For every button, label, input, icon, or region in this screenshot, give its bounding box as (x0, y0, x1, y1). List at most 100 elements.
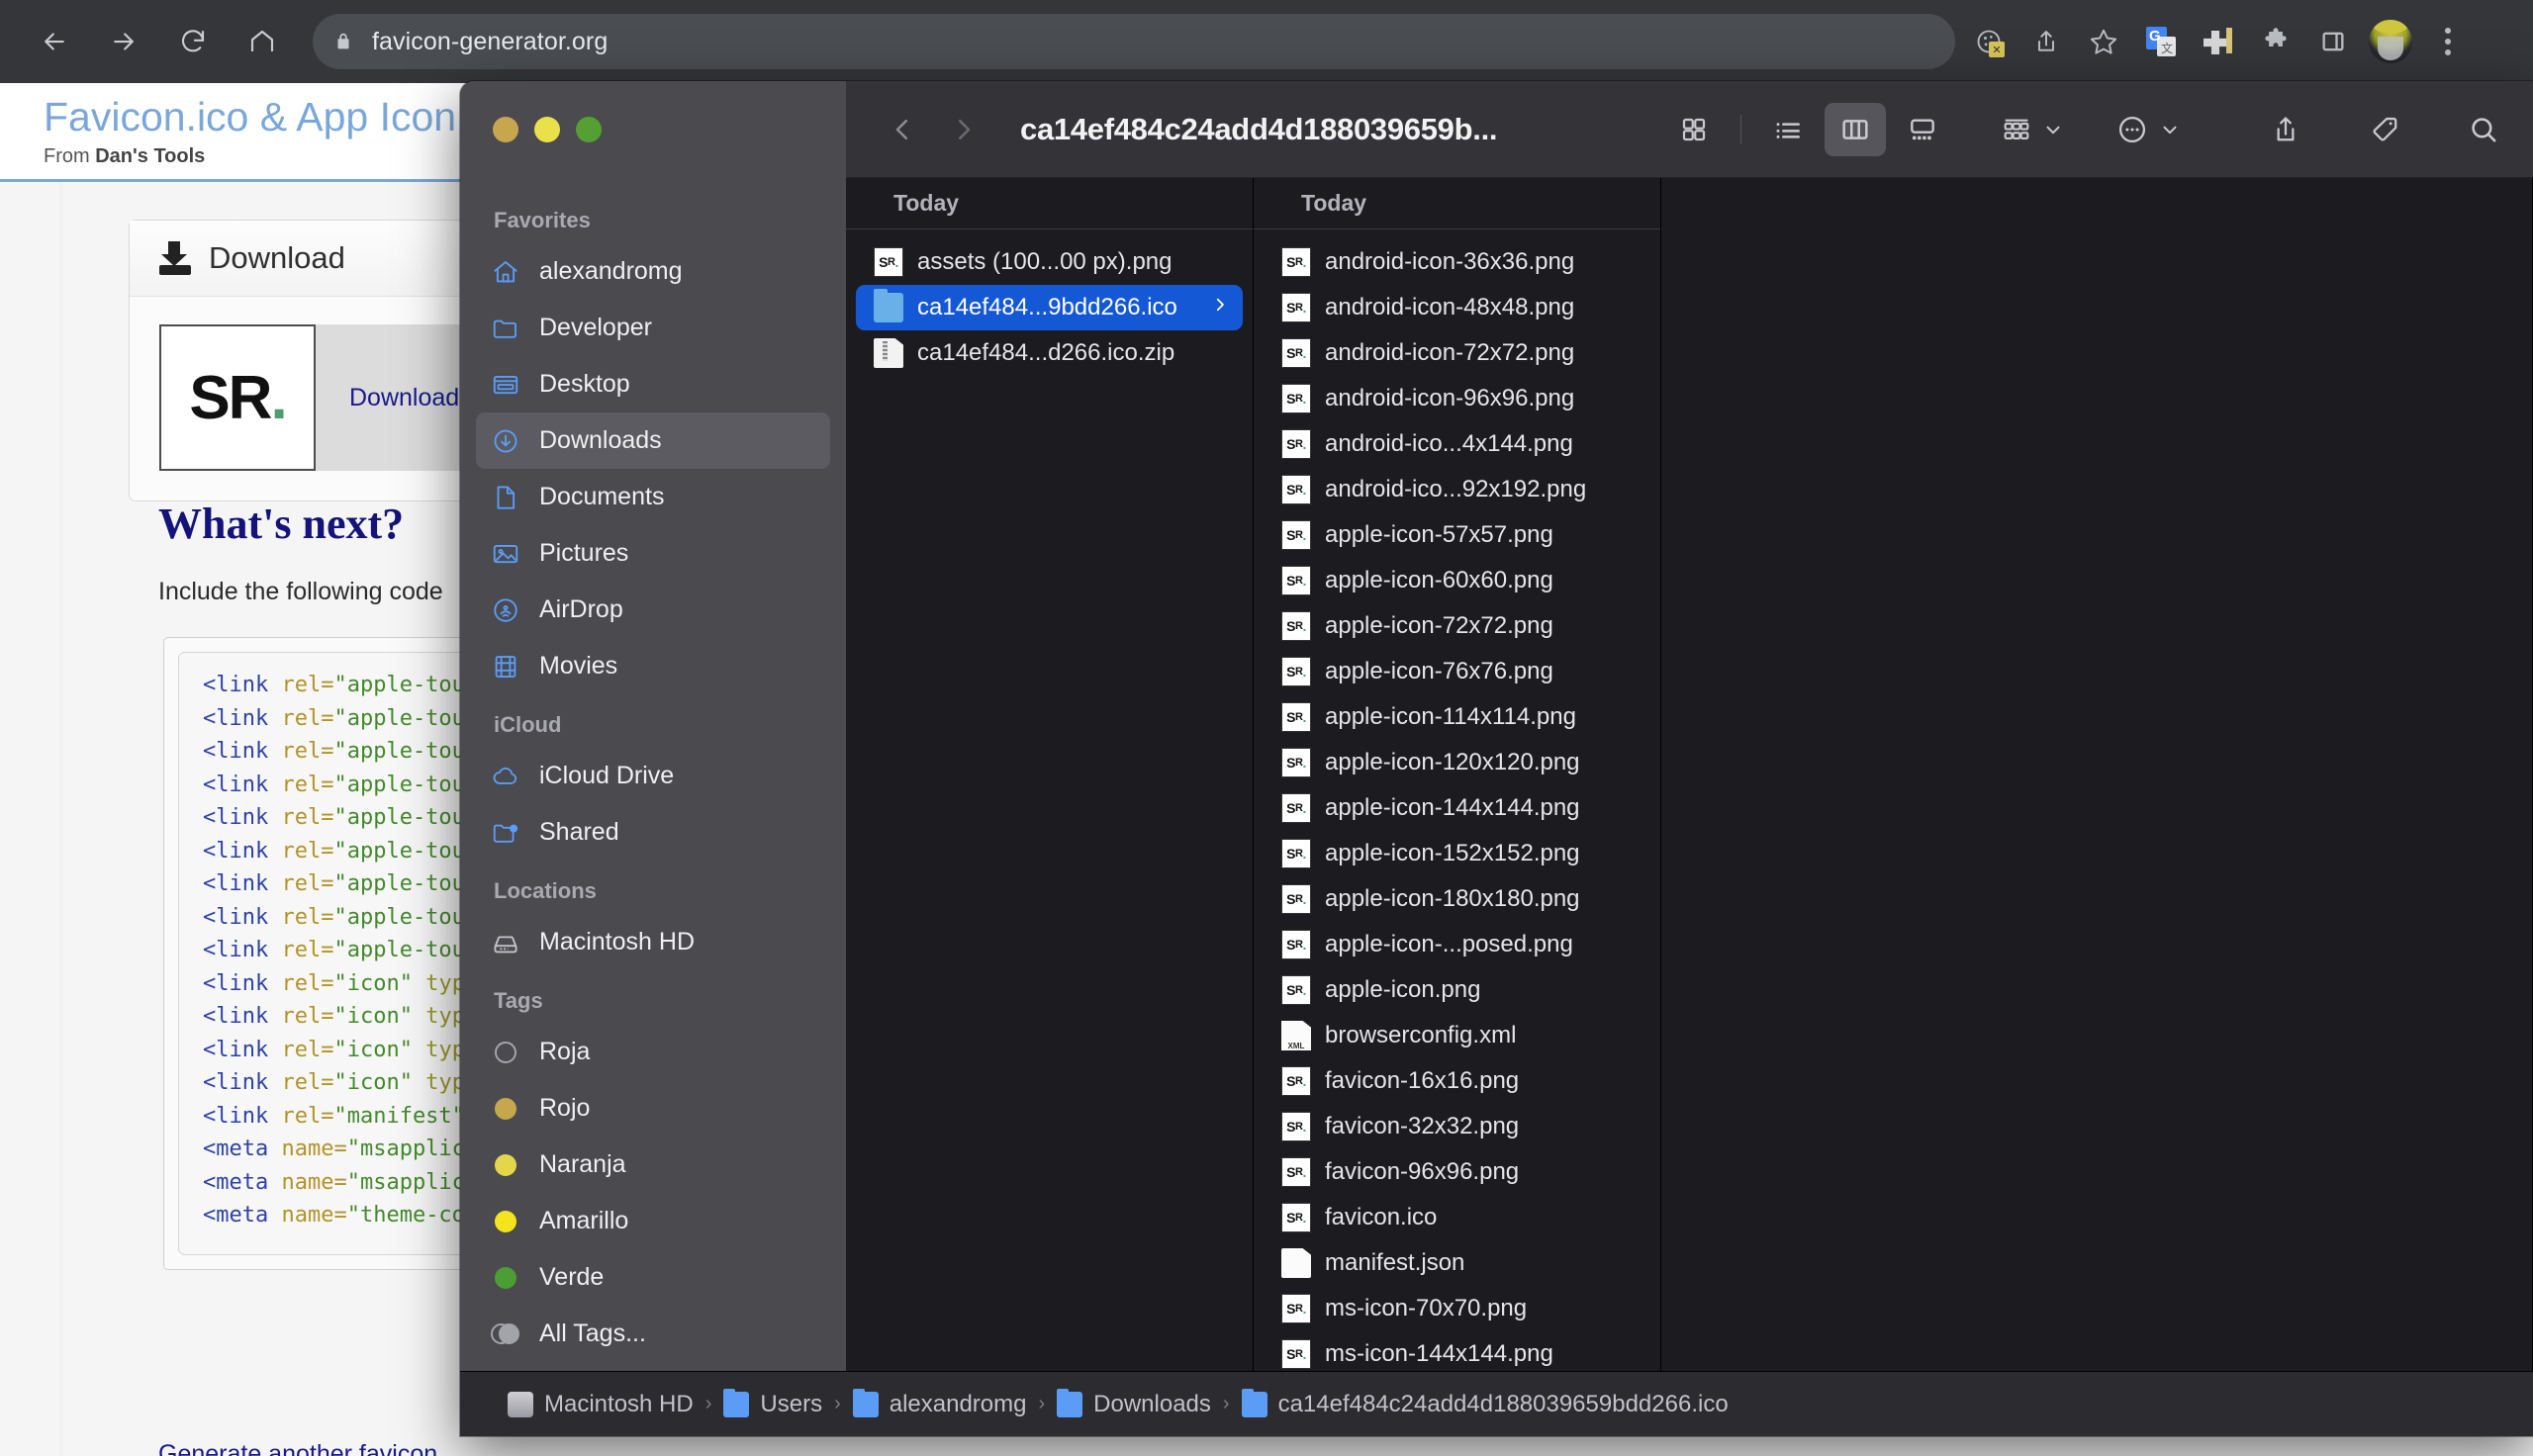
finder-column-3[interactable] (1661, 178, 2533, 1371)
finder-main: Favorites alexandromg Developer Desktop Down… (460, 178, 2533, 1371)
address-bar[interactable]: favicon-generator.org (313, 14, 1955, 69)
file-row[interactable]: S R. apple-icon-57x57.png (1264, 512, 1650, 558)
sidebar-item-verde[interactable]: Verde (476, 1249, 830, 1306)
file-row[interactable]: S R. favicon-96x96.png (1264, 1149, 1650, 1195)
generate-another-favicon-link[interactable]: Generate another favicon (158, 1440, 437, 1456)
sidebar-item-developer[interactable]: Developer (476, 300, 830, 356)
file-name: apple-icon.png (1325, 976, 1481, 1003)
sidebar-item-macintosh-hd[interactable]: Macintosh HD (476, 914, 830, 970)
file-row[interactable]: S R. android-icon-36x36.png (1264, 239, 1650, 285)
sidebar-item-movies[interactable]: Movies (476, 638, 830, 694)
side-panel-icon[interactable] (2305, 14, 2361, 69)
code-tag: <meta (203, 1169, 269, 1195)
path-item[interactable]: ca14ef484c24add4d188039659bdd266.ico (1241, 1388, 1729, 1418)
sidebar-item-alexandromg[interactable]: alexandromg (476, 243, 830, 300)
file-row[interactable]: S R. android-ico...92x192.png (1264, 467, 1650, 512)
sidebar-item-rojo[interactable]: Rojo (476, 1080, 830, 1137)
file-row[interactable]: S R. apple-icon-60x60.png (1264, 558, 1650, 603)
sidebar-item-pictures[interactable]: Pictures (476, 525, 830, 582)
path-item[interactable]: Downloads (1057, 1388, 1211, 1418)
code-attr: rel= (268, 970, 334, 996)
file-row[interactable]: S R. android-icon-72x72.png (1264, 330, 1650, 376)
chrome-toolbar: favicon-generator.org ✕ G文 (0, 0, 2533, 83)
minimize-button[interactable] (534, 117, 560, 142)
file-row[interactable]: S R. apple-icon-...posed.png (1264, 922, 1650, 967)
close-button[interactable] (493, 117, 518, 142)
sidebar-item-downloads[interactable]: Downloads (476, 412, 830, 469)
file-row[interactable]: S R. apple-icon-152x152.png (1264, 831, 1650, 876)
file-row[interactable]: S R. apple-icon.png (1264, 967, 1650, 1013)
tags-button[interactable] (2369, 114, 2400, 145)
path-item[interactable]: alexandromg (852, 1388, 1026, 1418)
file-row[interactable]: S R. favicon.ico (1264, 1195, 1650, 1240)
file-row[interactable]: S R. favicon-16x16.png (1264, 1058, 1650, 1104)
downloads-icon (490, 425, 521, 457)
code-string: "apple-tou (333, 805, 465, 830)
sidebar-item-roja[interactable]: Roja (476, 1024, 830, 1080)
forward-arrow-icon[interactable] (95, 13, 152, 70)
page-left-gutter (0, 182, 61, 1456)
path-item[interactable]: Macintosh HD (508, 1391, 694, 1418)
file-row[interactable]: S R. apple-icon-114x114.png (1264, 694, 1650, 740)
sidebar-item-desktop[interactable]: Desktop (476, 356, 830, 412)
more-actions-button[interactable] (2115, 113, 2181, 146)
group-by-button[interactable] (2001, 114, 2064, 145)
lock-icon (332, 31, 354, 52)
sidebar-item-airdrop[interactable]: AirDrop (476, 582, 830, 638)
file-row[interactable]: S R. android-ico...4x144.png (1264, 421, 1650, 467)
file-row[interactable]: S R. ms-icon-70x70.png (1264, 1286, 1650, 1331)
sidebar-section-header: iCloud (494, 712, 562, 737)
search-button[interactable] (2468, 114, 2499, 145)
back-arrow-icon[interactable] (26, 13, 83, 70)
path-item[interactable]: Users (723, 1388, 822, 1418)
extensions-puzzle-icon[interactable] (2248, 14, 2303, 69)
file-row[interactable]: S R. android-icon-96x96.png (1264, 376, 1650, 421)
file-list[interactable]: S R. android-icon-36x36.png S R. android-icon… (1254, 229, 1660, 1371)
share-button[interactable] (2270, 114, 2301, 145)
more-kebab-icon[interactable] (2420, 14, 2476, 69)
profile-avatar-icon[interactable] (2363, 14, 2418, 69)
sidebar-item-label: Rojo (539, 1094, 591, 1122)
cookie-icon[interactable]: ✕ (1961, 14, 2017, 69)
file-row[interactable]: S R. apple-icon-120x120.png (1264, 740, 1650, 785)
file-row[interactable]: S R. apple-icon-180x180.png (1264, 876, 1650, 922)
back-chevron-icon[interactable] (872, 115, 933, 144)
zoom-button[interactable] (576, 117, 602, 142)
share-icon[interactable] (2018, 14, 2074, 69)
icon-view-button[interactable] (1663, 103, 1725, 156)
file-row[interactable]: S R. apple-icon-76x76.png (1264, 649, 1650, 694)
file-row[interactable]: S R. favicon-32x32.png (1264, 1104, 1650, 1149)
file-row[interactable]: S R. ms-icon-144x144.png (1264, 1331, 1650, 1371)
home-icon[interactable] (234, 13, 291, 70)
file-row[interactable]: S R. android-icon-48x48.png (1264, 285, 1650, 330)
sidebar-item-shared[interactable]: Shared (476, 804, 830, 861)
file-row[interactable]: S R. assets (100...00 px).png (856, 239, 1243, 285)
sidebar-item-documents[interactable]: Documents (476, 469, 830, 525)
bookmark-star-icon[interactable] (2076, 14, 2131, 69)
forward-chevron-icon[interactable] (933, 115, 994, 144)
gallery-view-button[interactable] (1892, 103, 1953, 156)
file-row[interactable]: manifest.json (1264, 1240, 1650, 1286)
sidebar-item-all-tags[interactable]: All Tags... (476, 1306, 830, 1362)
extension-measure-icon[interactable] (2191, 14, 2246, 69)
file-row[interactable]: S R. apple-icon-144x144.png (1264, 785, 1650, 831)
file-list[interactable]: S R. assets (100...00 px).png ca14ef484...9… (846, 229, 1253, 1371)
finder-toolbar: ca14ef484c24add4d188039659b... (846, 81, 2533, 178)
tag-dot-icon (490, 1206, 521, 1237)
file-row[interactable]: ca14ef484...9bdd266.ico (856, 285, 1243, 330)
google-translate-icon[interactable]: G文 (2133, 14, 2189, 69)
code-attr2: typ (412, 1004, 465, 1029)
folder-icon (1241, 1388, 1267, 1417)
file-row[interactable]: XML browserconfig.xml (1264, 1013, 1650, 1058)
file-row[interactable]: ca14ef484...d266.ico.zip (856, 330, 1243, 376)
list-view-button[interactable] (1757, 103, 1819, 156)
sidebar-item-naranja[interactable]: Naranja (476, 1137, 830, 1193)
hard-drive-icon (490, 927, 521, 958)
sidebar-item-amarillo[interactable]: Amarillo (476, 1193, 830, 1249)
file-row[interactable]: S R. apple-icon-72x72.png (1264, 603, 1650, 649)
reload-icon[interactable] (164, 13, 222, 70)
sr-image-icon: SR. (1281, 566, 1311, 595)
sidebar-item-icloud-drive[interactable]: iCloud Drive (476, 748, 830, 804)
column-view-button[interactable] (1825, 102, 1886, 156)
path-item-label: Downloads (1093, 1390, 1211, 1417)
